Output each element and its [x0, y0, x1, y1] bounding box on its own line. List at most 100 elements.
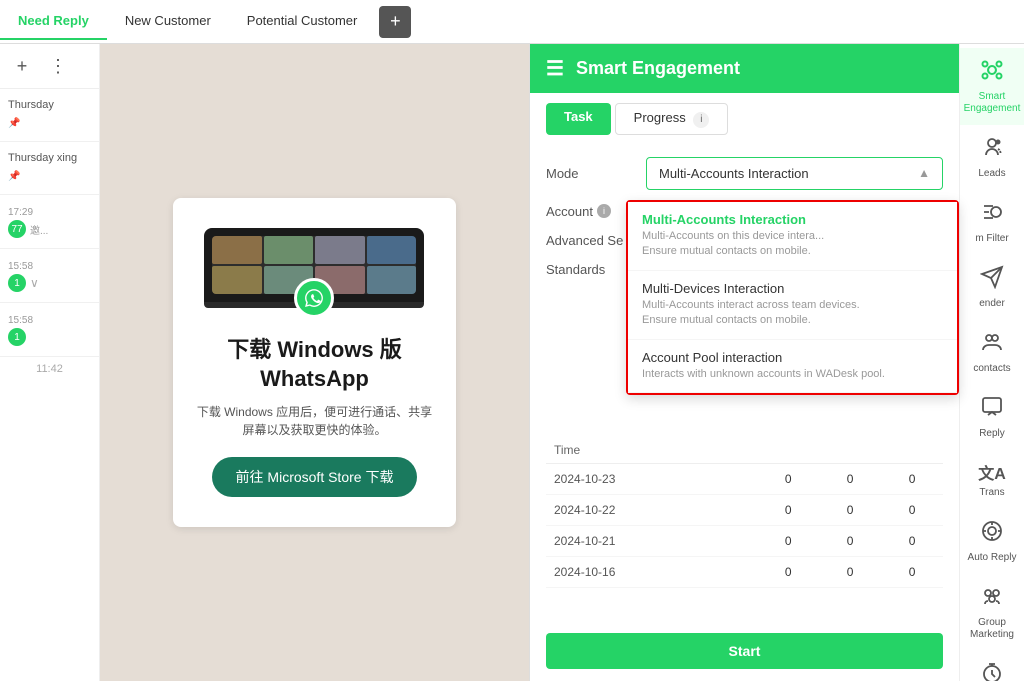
- stats-row: 2024-10-23 0 0 0: [546, 463, 943, 494]
- add-tab-button[interactable]: +: [379, 6, 411, 38]
- sidebar-item-label: GroupMarketing: [970, 617, 1014, 641]
- top-tabs-bar: Need Reply New Customer Potential Custom…: [0, 0, 1024, 44]
- sidebar-item-smart-engagement[interactable]: SmartEngagement: [960, 48, 1024, 125]
- sidebar-item-label: Leads: [978, 168, 1005, 180]
- list-item[interactable]: 17:29 77 邀...: [0, 195, 99, 249]
- dropdown-item-multi-devices[interactable]: Multi-Devices Interaction Multi-Accounts…: [628, 271, 957, 340]
- tab-new-customer[interactable]: New Customer: [107, 3, 229, 40]
- stats-c2: 0: [819, 556, 881, 587]
- chat-sub: 邀...: [30, 222, 48, 237]
- sidebar-item-filter[interactable]: m Filter: [960, 190, 1024, 255]
- stats-c2: 0: [819, 525, 881, 556]
- list-item[interactable]: Thursday 📌: [0, 89, 99, 142]
- stats-row: 2024-10-22 0 0 0: [546, 494, 943, 525]
- reply-icon: [980, 395, 1004, 425]
- dropdown-item-multi-accounts[interactable]: Multi-Accounts Interaction Multi-Account…: [628, 202, 957, 271]
- dropdown-item-account-pool[interactable]: Account Pool interaction Interacts with …: [628, 340, 957, 393]
- stats-c1: 0: [757, 556, 819, 587]
- group-marketing-icon: [980, 584, 1004, 614]
- stats-c3: 0: [881, 556, 943, 587]
- more-menu-button[interactable]: ⋮: [44, 52, 72, 80]
- sidebar-item-trans[interactable]: 文A Trans: [960, 450, 1024, 509]
- chat-item-label: Thursday xing: [8, 152, 91, 164]
- menu-icon[interactable]: ☰: [546, 56, 564, 81]
- stats-c1: 0: [757, 525, 819, 556]
- stats-table: Time 2024-10-23 0 0 0 2024-10-22 0 0 0 2…: [546, 437, 943, 588]
- stats-date: 2024-10-16: [546, 556, 757, 587]
- chat-item-meta: 15:58: [8, 315, 91, 326]
- stats-row: 2024-10-16 0 0 0: [546, 556, 943, 587]
- dropdown-item-title: Multi-Devices Interaction: [642, 281, 943, 296]
- col4-header: [881, 437, 943, 464]
- stats-c3: 0: [881, 463, 943, 494]
- smart-engagement-header: ☰ Smart Engagement: [530, 44, 959, 93]
- list-item[interactable]: 15:58 1: [0, 303, 99, 357]
- chevron-down-icon[interactable]: ∨: [30, 276, 39, 290]
- stats-date: 2024-10-21: [546, 525, 757, 556]
- dropdown-item-desc2: Ensure mutual contacts on mobile.: [642, 313, 943, 328]
- stats-c1: 0: [757, 494, 819, 525]
- smart-tabs-bar: Task Progress i: [530, 93, 959, 145]
- filter-icon: [980, 200, 1004, 230]
- chat-time: 15:58: [8, 261, 33, 272]
- main-area: + ⋮ Thursday 📌 Thursday xing 📌 17:29 77 …: [0, 44, 1024, 681]
- video-cell: [212, 236, 262, 264]
- mode-select[interactable]: Multi-Accounts Interaction ▲: [646, 157, 943, 190]
- chat-time: 15:58: [8, 315, 33, 326]
- pin-icon: 📌: [8, 171, 20, 182]
- sidebar-item-reply[interactable]: Reply: [960, 385, 1024, 450]
- chat-time: 17:29: [8, 207, 33, 218]
- stats-c3: 0: [881, 525, 943, 556]
- sidebar-item-sender[interactable]: ender: [960, 255, 1024, 320]
- stats-c2: 0: [819, 494, 881, 525]
- promo-download-button[interactable]: 前往 Microsoft Store 下载: [212, 457, 418, 497]
- chat-badge: 1: [8, 274, 26, 292]
- dropdown-item-title: Account Pool interaction: [642, 350, 943, 365]
- tab-task[interactable]: Task: [546, 103, 611, 135]
- stats-c3: 0: [881, 494, 943, 525]
- mode-label: Mode: [546, 166, 636, 181]
- sidebar-item-label: Auto Reply: [968, 552, 1017, 564]
- promo-desc: 下载 Windows 应用后，便可进行通话、共享屏幕以及获取更快的体验。: [197, 403, 432, 439]
- start-button[interactable]: Start: [546, 633, 943, 669]
- sidebar-item-label: Reply: [979, 428, 1005, 440]
- sender-icon: [980, 265, 1004, 295]
- stats-c2: 0: [819, 463, 881, 494]
- list-item[interactable]: Thursday xing 📌: [0, 142, 99, 195]
- sidebar-item-label: ender: [979, 298, 1005, 310]
- sidebar-item-timer[interactable]: [960, 651, 1024, 681]
- time-label: 11:42: [0, 357, 99, 381]
- dropdown-item-desc2: Ensure mutual contacts on mobile.: [642, 244, 943, 259]
- tab-progress[interactable]: Progress i: [615, 103, 729, 135]
- list-item[interactable]: 15:58 1 ∨: [0, 249, 99, 303]
- sidebar-item-group-marketing[interactable]: GroupMarketing: [960, 574, 1024, 651]
- right-icon-sidebar: SmartEngagement Leads m Filter: [959, 44, 1024, 681]
- mode-value: Multi-Accounts Interaction: [659, 166, 809, 181]
- smart-engagement-title: Smart Engagement: [576, 58, 740, 79]
- promo-title: 下载 Windows 版WhatsApp: [197, 336, 432, 393]
- add-chat-button[interactable]: +: [8, 52, 36, 80]
- video-cell: [367, 266, 417, 294]
- chat-badge: 77: [8, 220, 26, 238]
- chat-item-label: Thursday: [8, 99, 91, 111]
- col3-header: [819, 437, 881, 464]
- dropdown-item-desc: Multi-Accounts on this device intera...: [642, 229, 943, 244]
- video-cell: [212, 266, 262, 294]
- stats-date: 2024-10-22: [546, 494, 757, 525]
- mode-dropdown: Multi-Accounts Interaction Multi-Account…: [626, 200, 959, 395]
- tab-need-reply[interactable]: Need Reply: [0, 3, 107, 40]
- stats-section: Time 2024-10-23 0 0 0 2024-10-22 0 0 0 2…: [546, 437, 943, 588]
- sidebar-item-leads[interactable]: Leads: [960, 125, 1024, 190]
- chat-item-meta: 17:29: [8, 207, 91, 218]
- smart-engagement-icon: [980, 58, 1004, 88]
- mode-row: Mode Multi-Accounts Interaction ▲: [546, 157, 943, 190]
- video-cell: [264, 236, 314, 264]
- smart-panel-body: Mode Multi-Accounts Interaction ▲ Accoun…: [530, 145, 959, 634]
- contacts-icon: [980, 330, 1004, 360]
- col2-header: [757, 437, 819, 464]
- sidebar-item-auto-reply[interactable]: Auto Reply: [960, 509, 1024, 574]
- stats-c1: 0: [757, 463, 819, 494]
- sidebar-item-contacts[interactable]: contacts: [960, 320, 1024, 385]
- tab-potential-customer[interactable]: Potential Customer: [229, 3, 376, 40]
- laptop-illustration: [204, 228, 424, 308]
